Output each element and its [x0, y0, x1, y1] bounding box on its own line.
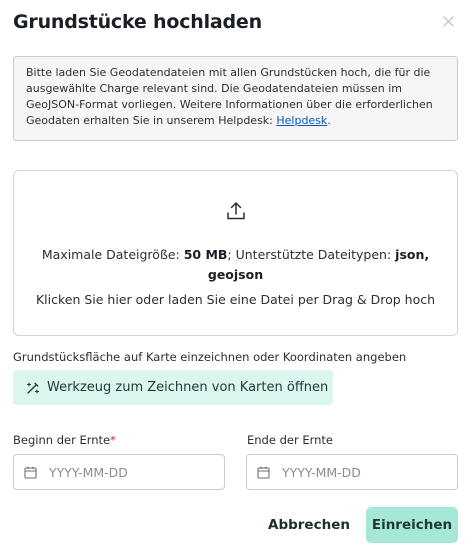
- open-map-drawing-tool-button[interactable]: Werkzeug zum Zeichnen von Karten öffnen: [13, 370, 333, 405]
- cancel-button[interactable]: Abbrechen: [262, 508, 356, 542]
- info-suffix: .: [327, 114, 331, 127]
- harvest-end-date-input[interactable]: YYYY-MM-DD: [246, 454, 458, 490]
- harvest-end-label: Ende der Ernte: [247, 433, 334, 447]
- info-text: Bitte laden Sie Geodatendateien mit alle…: [26, 66, 433, 127]
- open-map-drawing-tool-label: Werkzeug zum Zeichnen von Karten öffnen: [47, 380, 329, 395]
- harvest-start-label-text: Beginn der Ernte: [13, 433, 111, 447]
- info-box: Bitte laden Sie Geodatendateien mit alle…: [13, 56, 458, 141]
- dialog-title: Grundstücke hochladen: [13, 11, 262, 33]
- harvest-start-label: Beginn der Ernte*: [13, 433, 116, 447]
- close-icon[interactable]: [440, 13, 456, 29]
- upload-icon: [225, 200, 247, 222]
- calendar-icon: [257, 466, 270, 479]
- harvest-start-placeholder: YYYY-MM-DD: [49, 464, 128, 480]
- dropzone-hint: Klicken Sie hier oder laden Sie eine Dat…: [35, 292, 436, 307]
- helpdesk-link[interactable]: Helpdesk: [276, 114, 327, 127]
- draw-icon: [26, 381, 40, 395]
- file-dropzone[interactable]: Maximale Dateigröße: 50 MB; Unterstützte…: [13, 170, 458, 336]
- submit-button[interactable]: Einreichen: [366, 507, 458, 543]
- harvest-end-placeholder: YYYY-MM-DD: [282, 464, 361, 480]
- file-types-label: ; Unterstützte Dateitypen:: [227, 247, 396, 262]
- max-size-label: Maximale Dateigröße:: [41, 247, 184, 262]
- draw-section-label: Grundstücksfläche auf Karte einzeichnen …: [13, 350, 407, 364]
- calendar-icon: [24, 466, 37, 479]
- upload-plots-dialog: Grundstücke hochladen Bitte laden Sie Ge…: [0, 0, 472, 554]
- max-size-value: 50 MB: [183, 247, 228, 262]
- harvest-start-date-input[interactable]: YYYY-MM-DD: [13, 454, 225, 490]
- required-marker: *: [110, 433, 116, 447]
- dropzone-file-requirements: Maximale Dateigröße: 50 MB; Unterstützte…: [24, 245, 447, 285]
